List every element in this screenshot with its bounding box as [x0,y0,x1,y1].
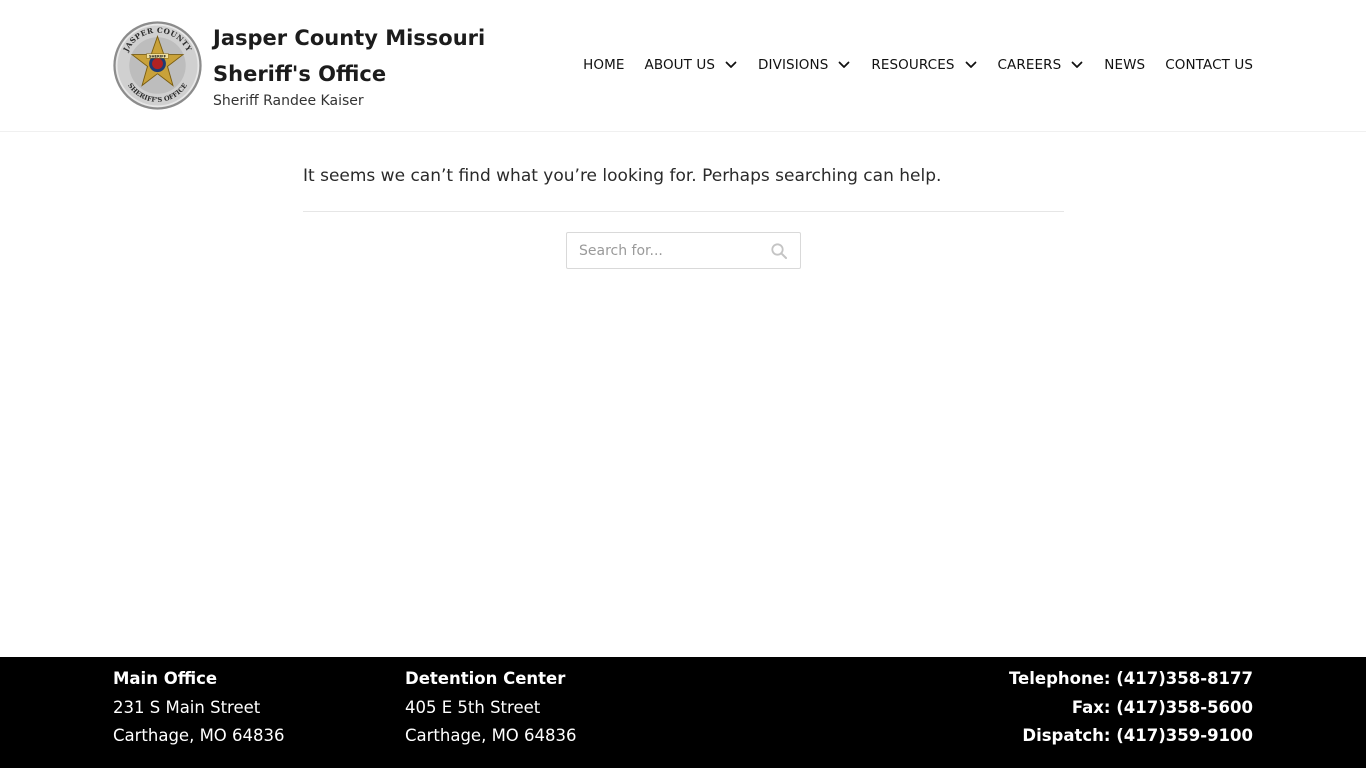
nav-item-divisions[interactable]: DIVISIONS [758,57,851,73]
detention-center-title: Detention Center [405,669,566,688]
nav-item-label: CAREERS [997,57,1062,73]
nav-item-news[interactable]: NEWS [1104,57,1145,73]
main-office-title: Main Office [113,669,218,688]
site-title[interactable]: Jasper County Missouri Sheriff's Office [213,20,513,92]
site-header: JASPER COUNTY SHERIFF'S OFFICE SHERIFF J… [0,0,1366,132]
footer-main-office: Main Office 231 S Main Street Carthage, … [113,665,285,751]
dispatch-number[interactable]: Dispatch: (417)359-9100 [1009,722,1253,751]
content-divider [303,211,1064,212]
search-form [566,232,801,269]
fax-number: Fax: (417)358-5600 [1071,697,1253,717]
nav-item-label: DIVISIONS [758,57,829,73]
main-nav: HOME ABOUT US DIVISIONS RESOURCES CAREER… [583,54,1253,76]
sheriff-star-badge-icon[interactable]: JASPER COUNTY SHERIFF'S OFFICE SHERIFF [112,20,203,111]
nav-item-home[interactable]: HOME [583,57,624,73]
main-content: It seems we can’t find what you’re looki… [303,160,1064,212]
chevron-down-icon[interactable] [964,58,978,72]
chevron-down-icon[interactable] [837,58,851,72]
nav-item-contact-us[interactable]: CONTACT US [1165,57,1253,73]
nav-item-label: NEWS [1104,57,1146,73]
search-icon[interactable] [770,242,788,260]
nav-item-label: ABOUT US [644,57,716,73]
nav-item-label: CONTACT US [1165,57,1253,73]
telephone-number[interactable]: Telephone: (417)358-8177 [1009,665,1253,694]
nav-item-label: HOME [583,57,625,73]
nav-item-about-us[interactable]: ABOUT US [644,57,738,73]
detention-center-city: Carthage, MO 64836 [405,726,577,745]
chevron-down-icon[interactable] [724,58,738,72]
nav-item-label: RESOURCES [871,57,955,73]
site-tagline: Sheriff Randee Kaiser [213,93,364,109]
footer-detention-center: Detention Center 405 E 5th Street Cartha… [405,665,577,751]
chevron-down-icon[interactable] [1070,58,1084,72]
search-input[interactable] [568,234,763,267]
detention-center-street: 405 E 5th Street [405,697,541,717]
nav-item-careers[interactable]: CAREERS [998,57,1085,73]
main-office-street: 231 S Main Street [113,697,261,717]
not-found-message: It seems we can’t find what you’re looki… [303,166,942,186]
nav-item-resources[interactable]: RESOURCES [871,57,977,73]
footer-contact: Telephone: (417)358-8177 Fax: (417)358-5… [1009,665,1253,751]
main-office-city: Carthage, MO 64836 [113,726,285,745]
site-footer: Main Office 231 S Main Street Carthage, … [0,657,1366,768]
logo-star-text: SHERIFF [149,54,167,58]
